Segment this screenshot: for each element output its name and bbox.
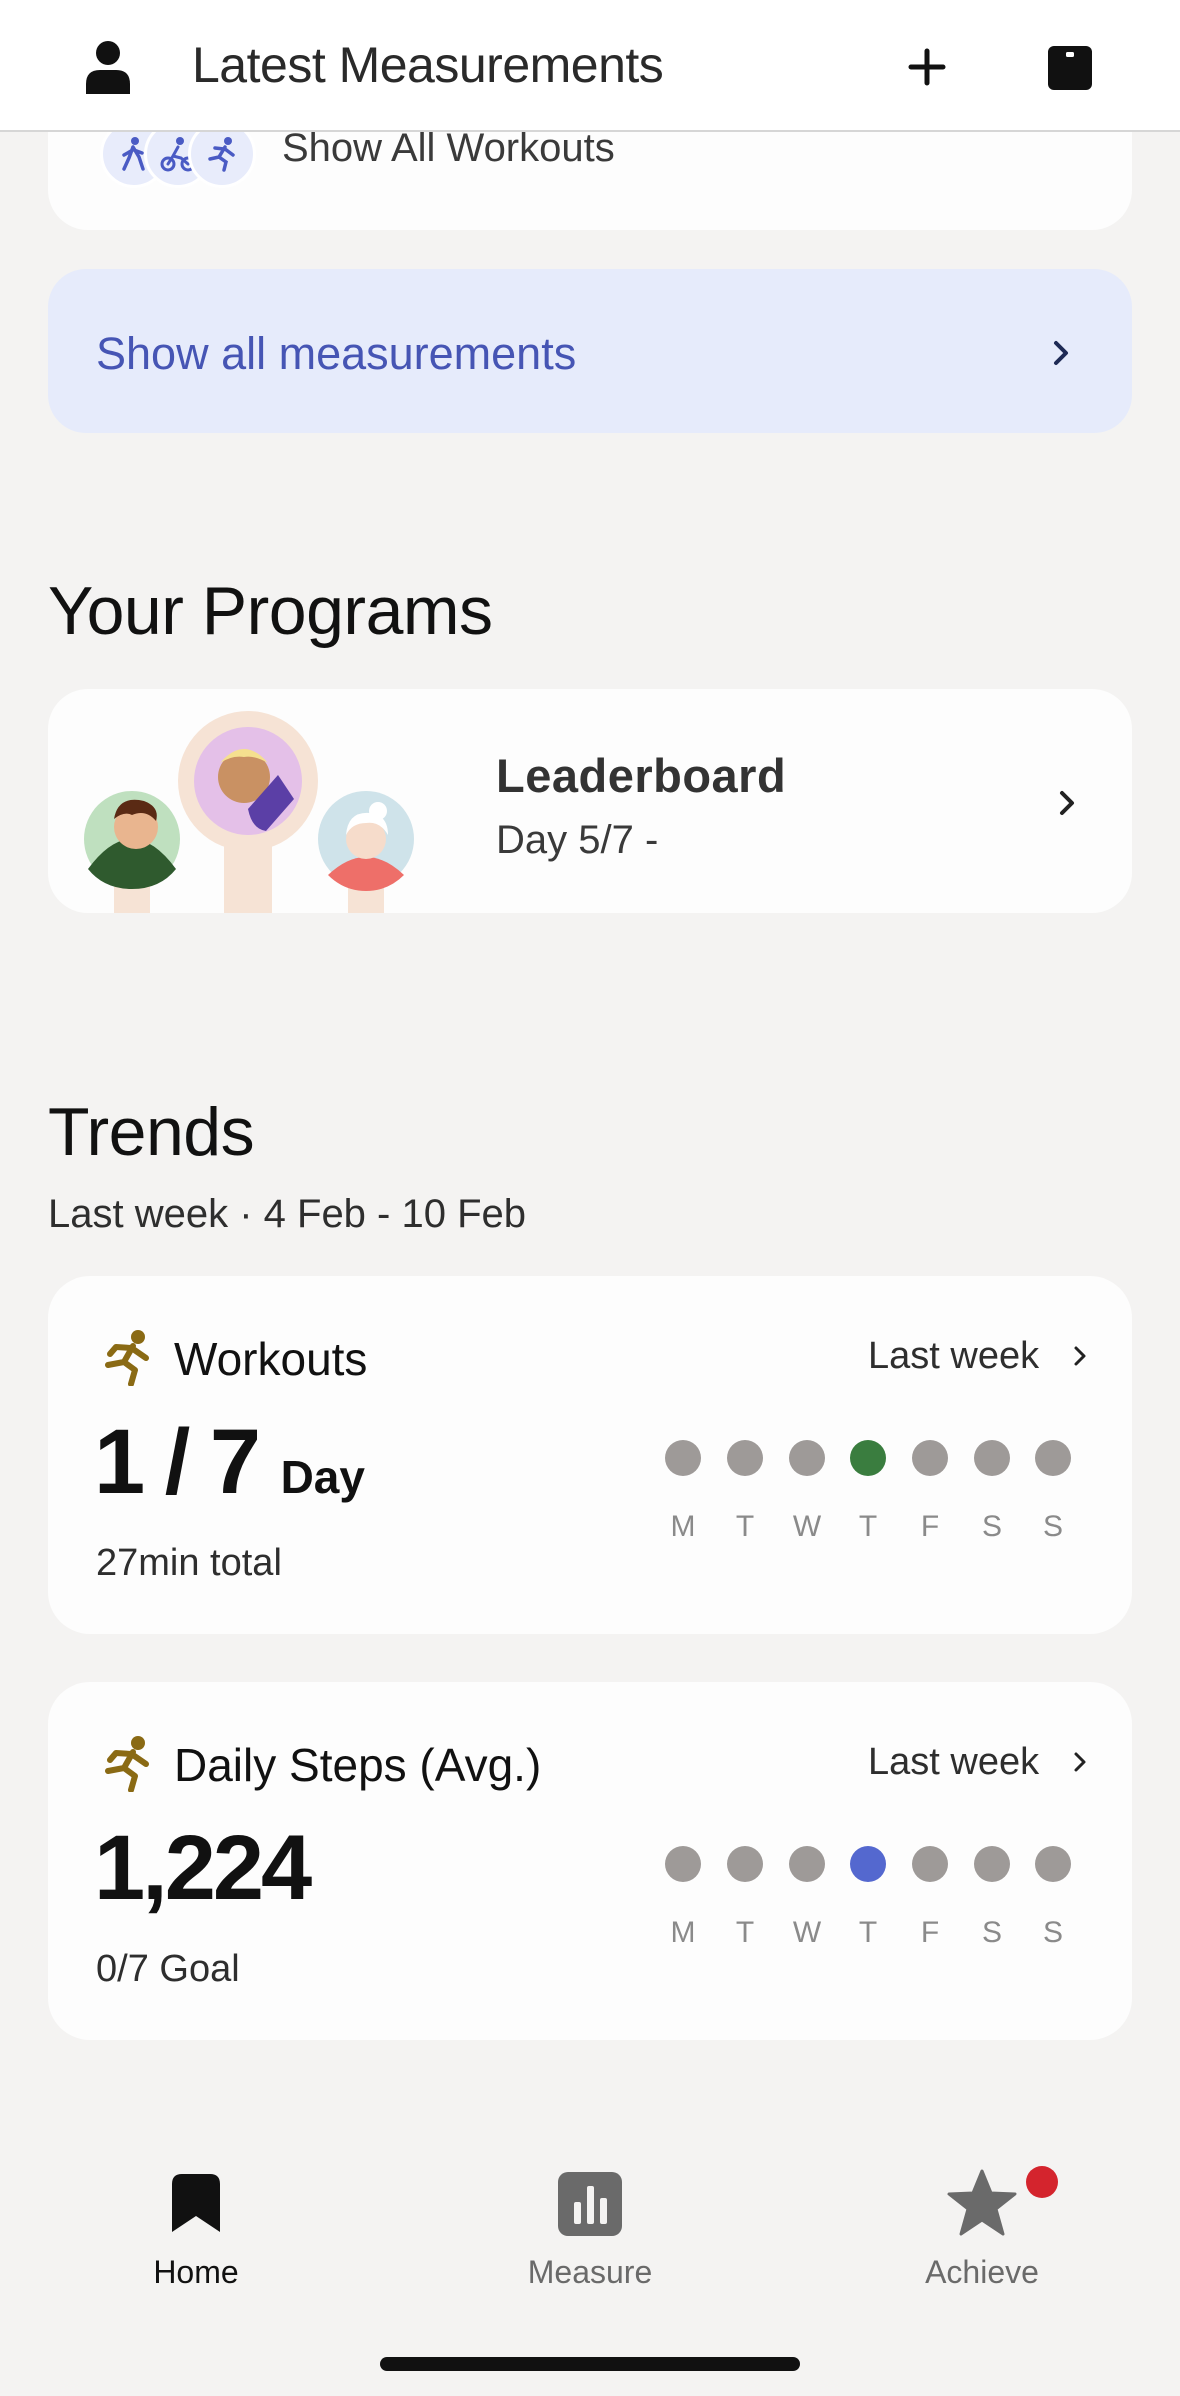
workouts-card-title: Workouts: [174, 1333, 368, 1385]
day-dot: [850, 1440, 886, 1476]
workouts-card-period[interactable]: Last week: [868, 1335, 1039, 1378]
chevron-right-icon: [1060, 791, 1074, 815]
show-all-workouts-link[interactable]: Show All Workouts: [282, 126, 615, 171]
day-letter: T: [858, 1916, 878, 1949]
day-dot: [974, 1440, 1010, 1476]
day-letter: S: [1042, 1510, 1063, 1543]
nav-label-home: Home: [153, 2254, 239, 2290]
day-dot: [789, 1846, 825, 1882]
steps-week-dots: M T W T F S S: [660, 1846, 1080, 1966]
nav-item-home[interactable]: Home: [76, 2160, 316, 2290]
day-letter: S: [981, 1916, 1002, 1949]
day-dot: [727, 1440, 763, 1476]
notification-badge: [1026, 2166, 1058, 2198]
day-letter: T: [735, 1510, 755, 1543]
day-dot: [665, 1440, 701, 1476]
day-dot: [1035, 1846, 1071, 1882]
run-icon: [105, 1736, 149, 1792]
bottom-nav: Home Measure Achieve: [0, 2120, 1180, 2396]
bookmark-icon: [172, 2174, 220, 2232]
nav-item-achieve[interactable]: Achieve: [862, 2160, 1102, 2290]
star-icon: [947, 2169, 1017, 2236]
program-title: Leaderboard: [496, 749, 787, 802]
day-letter: W: [792, 1510, 822, 1543]
nav-label-achieve: Achieve: [925, 2254, 1039, 2290]
day-letter: M: [670, 1916, 696, 1949]
leaderboard-illustration: [84, 711, 414, 913]
program-subtitle: Day 5/7 -: [496, 818, 659, 862]
workouts-value: 1 / 7 Day: [94, 1410, 365, 1515]
day-letter: W: [792, 1916, 822, 1949]
day-letter: M: [670, 1510, 696, 1543]
day-dot: [665, 1846, 701, 1882]
day-dot: [850, 1846, 886, 1882]
day-dot: [974, 1846, 1010, 1882]
day-dot: [727, 1846, 763, 1882]
day-dot: [912, 1440, 948, 1476]
app-header: Latest Measurements: [0, 0, 1180, 132]
steps-goal: 0/7 Goal: [96, 1948, 240, 1990]
day-dot: [912, 1846, 948, 1882]
day-letter: F: [920, 1916, 940, 1949]
day-dot: [1035, 1440, 1071, 1476]
page-title: Latest Measurements: [192, 37, 664, 93]
steps-value: 1,224: [94, 1817, 312, 1919]
run-icon: [105, 1330, 149, 1386]
plus-icon[interactable]: [903, 43, 951, 91]
nav-label-measure: Measure: [527, 2254, 653, 2290]
day-letter: S: [1042, 1916, 1063, 1949]
workouts-unit: Day: [280, 1451, 365, 1503]
workouts-week-dots: M T W T F S S: [660, 1440, 1080, 1560]
chevron-right-icon: [1054, 341, 1068, 365]
home-indicator[interactable]: [380, 2357, 800, 2371]
device-icon[interactable]: [1047, 45, 1093, 91]
chevron-right-icon: [1074, 1346, 1086, 1366]
person-icon[interactable]: [84, 40, 132, 94]
show-all-measurements-label: Show all measurements: [96, 328, 577, 379]
trends-date-range: Last week · 4 Feb - 10 Feb: [48, 1192, 527, 1236]
workouts-count: 1 / 7: [94, 1411, 261, 1513]
bar-chart-icon: [558, 2172, 622, 2236]
day-dot: [789, 1440, 825, 1476]
day-letter: F: [920, 1510, 940, 1543]
day-letter: T: [858, 1510, 878, 1543]
programs-heading: Your Programs: [48, 573, 493, 649]
chevron-right-icon: [1074, 1752, 1086, 1772]
nav-item-measure[interactable]: Measure: [470, 2160, 710, 2290]
steps-card-title: Daily Steps (Avg.): [174, 1739, 542, 1791]
day-letter: T: [735, 1916, 755, 1949]
trends-heading: Trends: [48, 1094, 255, 1170]
steps-card-period[interactable]: Last week: [868, 1741, 1039, 1784]
day-letter: S: [981, 1510, 1002, 1543]
workouts-total: 27min total: [96, 1542, 282, 1584]
